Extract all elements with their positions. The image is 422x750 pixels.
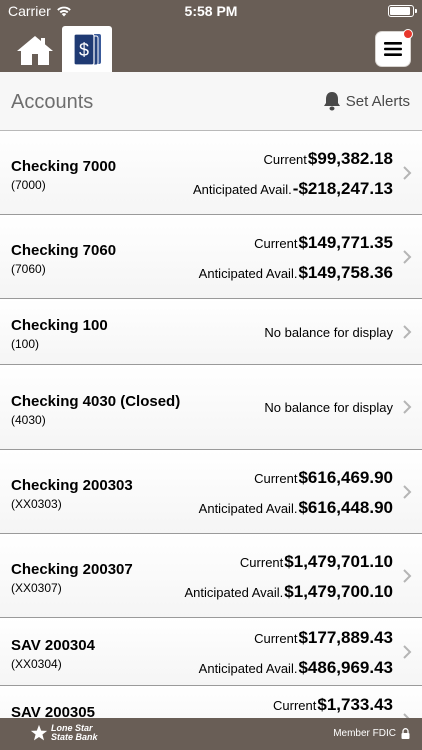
status-bar: Carrier 5:58 PM	[0, 0, 422, 22]
current-value: $177,889.43	[298, 628, 393, 647]
account-row[interactable]: Checking 4030 (Closed) (4030) No balance…	[0, 365, 422, 450]
current-label: Current	[254, 236, 298, 251]
anticipated-value: $616,448.90	[298, 498, 393, 517]
current-value: $616,469.90	[298, 468, 393, 487]
accounts-header: Accounts Set Alerts	[0, 72, 422, 131]
account-number: (100)	[11, 337, 40, 351]
account-number: (XX0307)	[11, 581, 62, 595]
account-name: Checking 7060	[11, 242, 117, 259]
fdic-notice: Member FDIC	[333, 728, 410, 739]
account-name: Checking 200303	[11, 477, 133, 494]
chevron-right-icon	[403, 400, 412, 414]
current-value: $99,382.18	[307, 149, 393, 168]
notification-dot	[403, 29, 413, 39]
current-balance: Current $99,382.18	[264, 149, 393, 169]
current-label: Current	[273, 698, 317, 713]
current-balance: Current $149,771.35	[254, 233, 393, 253]
current-balance: Current $616,469.90	[254, 468, 393, 488]
chevron-right-icon	[403, 325, 412, 339]
current-value: $149,771.35	[298, 233, 393, 252]
accounts-tab[interactable]: $	[62, 26, 112, 72]
account-number: (XX0304)	[11, 657, 62, 671]
bank-logo: Lone Star State Bank	[30, 724, 98, 742]
menu-button[interactable]	[376, 29, 413, 66]
anticipated-balance: Anticipated Avail. $486,969.43	[199, 658, 393, 678]
current-label: Current	[254, 631, 298, 646]
current-label: Current	[263, 152, 307, 167]
footer: Lone Star State Bank Member FDIC	[0, 718, 422, 750]
chevron-right-icon	[403, 485, 412, 499]
fdic-label: Member FDIC	[333, 728, 396, 739]
account-row[interactable]: Checking 7000 (7000) Current $99,382.18 …	[0, 131, 422, 215]
nav-bar: $	[0, 22, 422, 72]
hamburger-icon	[384, 42, 402, 56]
current-label: Current	[254, 471, 298, 486]
anticipated-label: Anticipated Avail.	[198, 501, 298, 516]
account-number: (7000)	[11, 178, 46, 192]
anticipated-balance: Anticipated Avail. $1,479,700.10	[185, 582, 394, 602]
anticipated-balance: Anticipated Avail. -$218,247.13	[193, 179, 393, 199]
account-number: (XX0303)	[11, 497, 62, 511]
star-icon	[30, 724, 48, 741]
status-time: 5:58 PM	[184, 3, 238, 19]
current-balance: Current $1,733.43	[273, 695, 393, 715]
anticipated-label: Anticipated Avail.	[193, 182, 292, 197]
account-name: Checking 4030 (Closed)	[11, 393, 181, 410]
account-row[interactable]: Checking 100 (100) No balance for displa…	[0, 299, 422, 365]
account-name: Checking 7000	[11, 158, 117, 175]
no-balance-text: No balance for display	[264, 400, 393, 415]
no-balance-text: No balance for display	[264, 325, 393, 340]
bank-name-line2: State Bank	[51, 732, 98, 742]
account-number: (7060)	[11, 262, 46, 276]
account-row[interactable]: Checking 200307 (XX0307) Current $1,479,…	[0, 534, 422, 618]
chevron-right-icon	[403, 166, 412, 180]
bell-icon	[323, 92, 340, 111]
anticipated-balance: Anticipated Avail. $149,758.36	[199, 263, 393, 283]
svg-text:$: $	[79, 40, 89, 60]
set-alerts-button[interactable]: Set Alerts	[323, 91, 410, 111]
anticipated-label: Anticipated Avail.	[198, 661, 298, 676]
current-value: $1,479,701.10	[284, 552, 393, 571]
account-row[interactable]: Checking 7060 (7060) Current $149,771.35…	[0, 215, 422, 299]
anticipated-value: -$218,247.13	[292, 179, 393, 198]
account-name: SAV 200304	[11, 637, 95, 654]
anticipated-value: $486,969.43	[298, 658, 393, 677]
account-name: Checking 200307	[11, 561, 133, 578]
dollar-cards-icon: $	[73, 33, 101, 66]
current-value: $1,733.43	[317, 695, 393, 714]
chevron-right-icon	[403, 250, 412, 264]
anticipated-label: Anticipated Avail.	[198, 266, 298, 281]
chevron-right-icon	[403, 569, 412, 583]
anticipated-value: $1,479,700.10	[284, 582, 393, 601]
anticipated-balance: Anticipated Avail. $616,448.90	[199, 498, 393, 518]
current-balance: Current $177,889.43	[254, 628, 393, 648]
account-number: (4030)	[11, 413, 46, 427]
chevron-right-icon	[403, 645, 412, 659]
current-label: Current	[239, 555, 284, 570]
account-row[interactable]: Checking 200303 (XX0303) Current $616,46…	[0, 450, 422, 534]
page-title: Accounts	[11, 91, 94, 113]
lock-icon	[401, 728, 410, 739]
anticipated-value: $149,758.36	[298, 263, 393, 282]
account-name: Checking 100	[11, 317, 108, 334]
home-button[interactable]	[14, 32, 56, 68]
anticipated-label: Anticipated Avail.	[184, 585, 284, 600]
battery-icon	[388, 5, 417, 17]
set-alerts-label: Set Alerts	[345, 92, 410, 110]
current-balance: Current $1,479,701.10	[240, 552, 393, 572]
account-row[interactable]: SAV 200304 (XX0304) Current $177,889.43 …	[0, 618, 422, 686]
home-icon	[17, 36, 53, 65]
